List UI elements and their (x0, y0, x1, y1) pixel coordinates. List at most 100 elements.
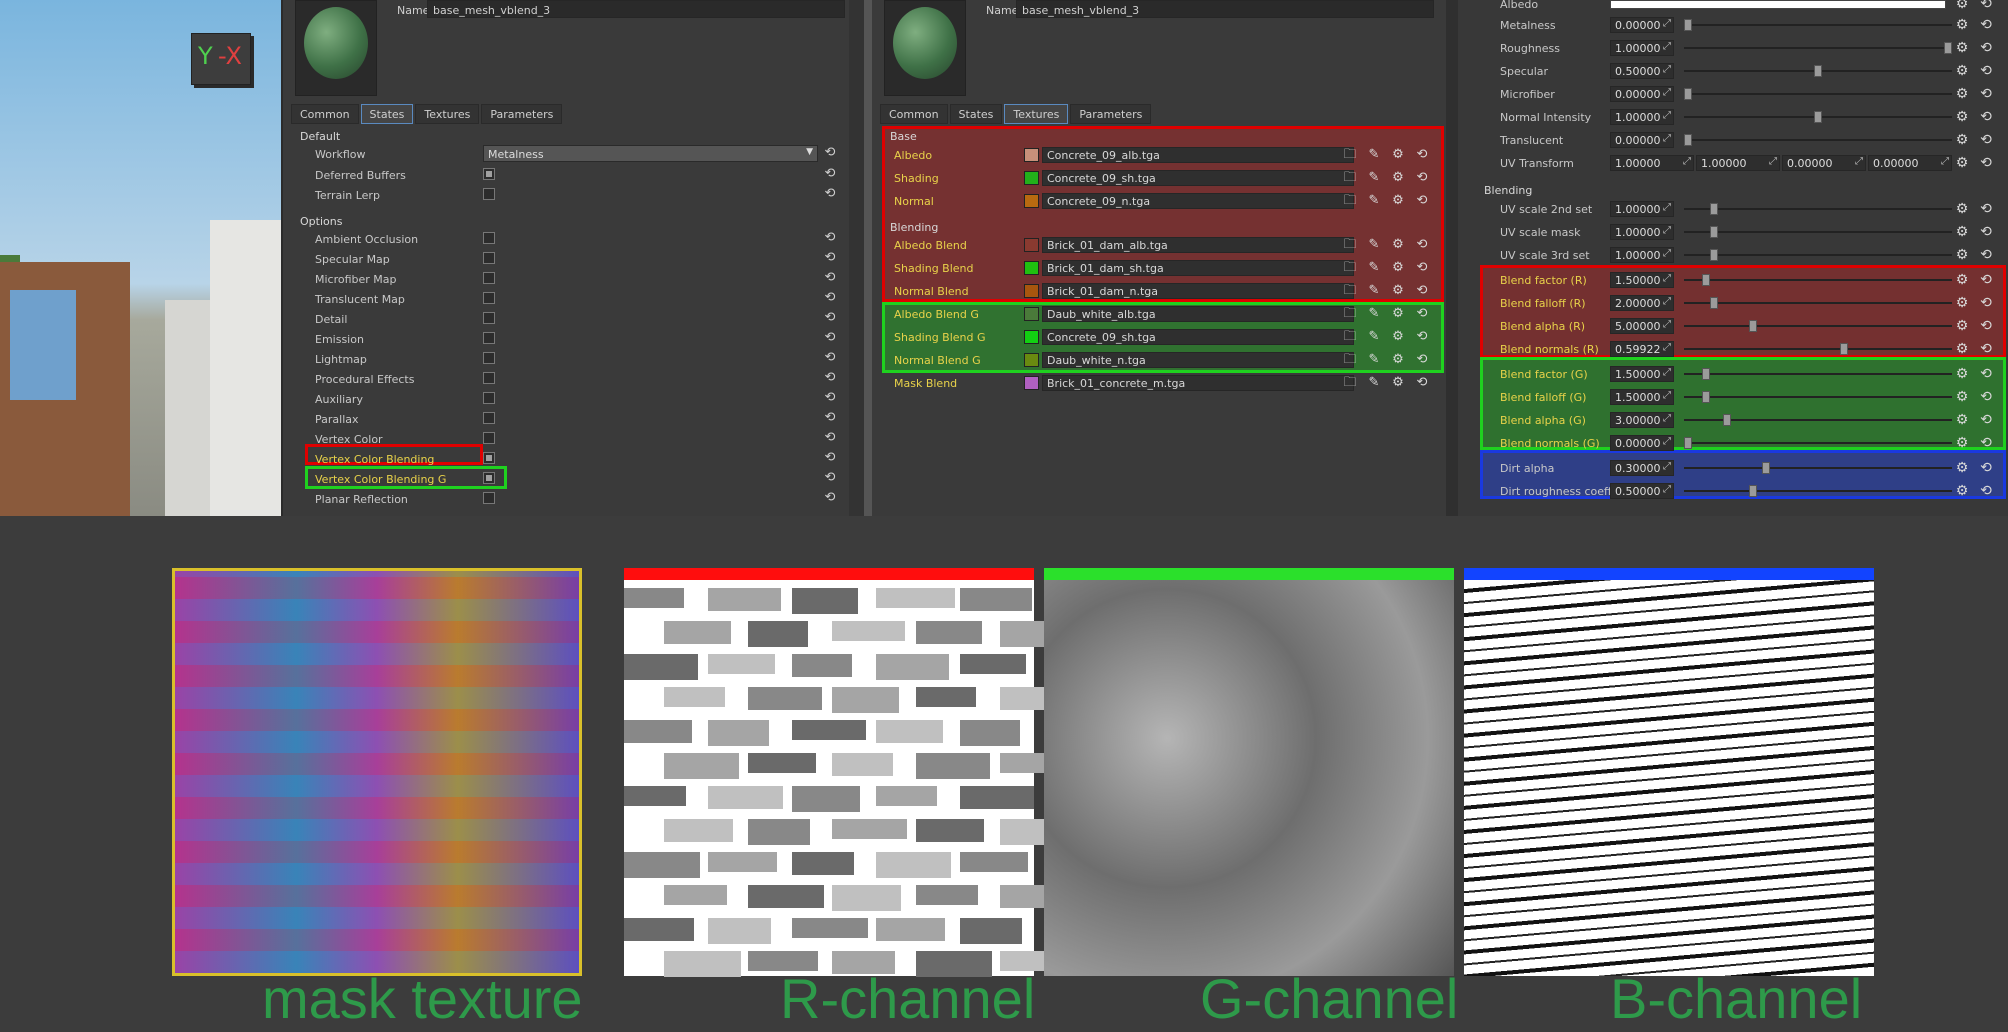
reset-icon[interactable]: ⟲ (1414, 283, 1430, 299)
deferred-checkbox[interactable] (483, 168, 495, 180)
texture-file-field[interactable]: Concrete_09_sh.tga (1042, 170, 1354, 186)
name-input[interactable]: base_mesh_vblend_3 (427, 0, 845, 18)
gear-icon[interactable]: ⚙ (1390, 260, 1406, 276)
folder-icon[interactable]: 🗀 (1342, 375, 1358, 391)
folder-icon[interactable]: 🗀 (1342, 237, 1358, 253)
param-slider-track[interactable] (1684, 279, 1952, 281)
reset-icon[interactable]: ⟲ (823, 231, 837, 245)
param-value-field[interactable]: 0.30000 ⤢ (1610, 460, 1674, 476)
copy-icon[interactable]: ⤢ (1663, 133, 1671, 144)
option-checkbox[interactable] (483, 392, 495, 404)
reset-icon[interactable]: ⟲ (823, 146, 837, 160)
param-slider-track[interactable] (1684, 348, 1952, 350)
gear-icon[interactable]: ⚙ (1390, 306, 1406, 322)
gear-icon[interactable]: ⚙ (1390, 352, 1406, 368)
param-slider-knob[interactable] (1710, 249, 1718, 261)
gear-icon[interactable]: ⚙ (1954, 295, 1970, 311)
folder-icon[interactable]: 🗀 (1342, 147, 1358, 163)
edit-icon[interactable]: ✎ (1366, 237, 1382, 253)
workflow-select[interactable]: Metalness ▼ (483, 145, 818, 162)
reset-icon[interactable]: ⟲ (823, 187, 837, 201)
tab-states[interactable]: States (360, 104, 414, 124)
option-checkbox[interactable] (483, 452, 495, 464)
param-slider-knob[interactable] (1749, 320, 1757, 332)
reset-icon[interactable]: ⟲ (1978, 132, 1994, 148)
reset-icon[interactable]: ⟲ (823, 451, 837, 465)
reset-icon[interactable]: ⟲ (1978, 63, 1994, 79)
option-checkbox[interactable] (483, 412, 495, 424)
splitter[interactable] (1446, 0, 1458, 516)
reset-icon[interactable]: ⟲ (823, 491, 837, 505)
option-checkbox[interactable] (483, 292, 495, 304)
gear-icon[interactable]: ⚙ (1954, 224, 1970, 240)
param-slider-knob[interactable] (1684, 88, 1692, 100)
param-slider-track[interactable] (1684, 396, 1952, 398)
reset-icon[interactable]: ⟲ (1978, 366, 1994, 382)
option-checkbox[interactable] (483, 432, 495, 444)
folder-icon[interactable]: 🗀 (1342, 329, 1358, 345)
param-value-field[interactable]: 1.50000 ⤢ (1610, 366, 1674, 382)
scrollbar[interactable] (864, 0, 872, 516)
reset-icon[interactable]: ⟲ (1978, 389, 1994, 405)
uv-transform-field-4[interactable]: 0.00000 ⤢ (1868, 155, 1952, 171)
edit-icon[interactable]: ✎ (1366, 329, 1382, 345)
param-value-field[interactable]: 0.00000 ⤢ (1610, 435, 1674, 451)
reset-icon[interactable]: ⟲ (1978, 155, 1994, 171)
option-checkbox[interactable] (483, 332, 495, 344)
copy-icon[interactable]: ⤢ (1855, 156, 1863, 167)
edit-icon[interactable]: ✎ (1366, 260, 1382, 276)
param-value-field[interactable]: 0.59922 ⤢ (1610, 341, 1674, 357)
tab-textures[interactable]: Textures (1004, 104, 1069, 124)
folder-icon[interactable]: 🗀 (1342, 306, 1358, 322)
copy-icon[interactable]: ⤢ (1663, 390, 1671, 401)
option-checkbox[interactable] (483, 492, 495, 504)
reset-icon[interactable]: ⟲ (1414, 352, 1430, 368)
gear-icon[interactable]: ⚙ (1954, 132, 1970, 148)
reset-icon[interactable]: ⟲ (823, 311, 837, 325)
tab-common[interactable]: Common (880, 104, 948, 124)
param-value-field[interactable]: 3.00000 ⤢ (1610, 412, 1674, 428)
gear-icon[interactable]: ⚙ (1954, 201, 1970, 217)
gear-icon[interactable]: ⚙ (1954, 109, 1970, 125)
param-slider-knob[interactable] (1762, 462, 1770, 474)
param-slider-knob[interactable] (1710, 203, 1718, 215)
param-slider-knob[interactable] (1710, 226, 1718, 238)
param-value-field[interactable]: 1.50000 ⤢ (1610, 389, 1674, 405)
texture-file-field[interactable]: Daub_white_n.tga (1042, 352, 1354, 368)
folder-icon[interactable]: 🗀 (1342, 193, 1358, 209)
param-slider-track[interactable] (1684, 490, 1952, 492)
terrain-checkbox[interactable] (483, 188, 495, 200)
folder-icon[interactable]: 🗀 (1342, 260, 1358, 276)
gear-icon[interactable]: ⚙ (1390, 237, 1406, 253)
edit-icon[interactable]: ✎ (1366, 306, 1382, 322)
uv-transform-field-3[interactable]: 0.00000 ⤢ (1782, 155, 1866, 171)
option-checkbox[interactable] (483, 252, 495, 264)
copy-icon[interactable]: ⤢ (1663, 41, 1671, 52)
reset-icon[interactable]: ⟲ (1978, 412, 1994, 428)
reset-icon[interactable]: ⟲ (1414, 170, 1430, 186)
reset-icon[interactable]: ⟲ (1978, 86, 1994, 102)
param-slider-knob[interactable] (1684, 437, 1692, 449)
axis-cube[interactable]: Y -X (191, 33, 251, 85)
param-slider-knob[interactable] (1814, 65, 1822, 77)
name-input[interactable]: base_mesh_vblend_3 (1016, 0, 1434, 18)
texture-color-swatch[interactable] (1024, 307, 1039, 321)
gear-icon[interactable]: ⚙ (1954, 155, 1970, 171)
option-checkbox[interactable] (483, 312, 495, 324)
copy-icon[interactable]: ⤢ (1663, 342, 1671, 353)
reset-icon[interactable]: ⟲ (1414, 193, 1430, 209)
edit-icon[interactable]: ✎ (1366, 283, 1382, 299)
copy-icon[interactable]: ⤢ (1663, 18, 1671, 29)
texture-color-swatch[interactable] (1024, 376, 1039, 390)
reset-icon[interactable]: ⟲ (823, 167, 837, 181)
gear-icon[interactable]: ⚙ (1390, 193, 1406, 209)
gear-icon[interactable]: ⚙ (1954, 366, 1970, 382)
param-slider-track[interactable] (1684, 325, 1952, 327)
gear-icon[interactable]: ⚙ (1954, 17, 1970, 33)
gear-icon[interactable]: ⚙ (1954, 0, 1970, 12)
reset-icon[interactable]: ⟲ (1414, 306, 1430, 322)
gear-icon[interactable]: ⚙ (1954, 341, 1970, 357)
uv-transform-field-1[interactable]: 1.00000 ⤢ (1610, 155, 1694, 171)
copy-icon[interactable]: ⤢ (1663, 248, 1671, 259)
param-value-field[interactable]: 0.00000 ⤢ (1610, 17, 1674, 33)
